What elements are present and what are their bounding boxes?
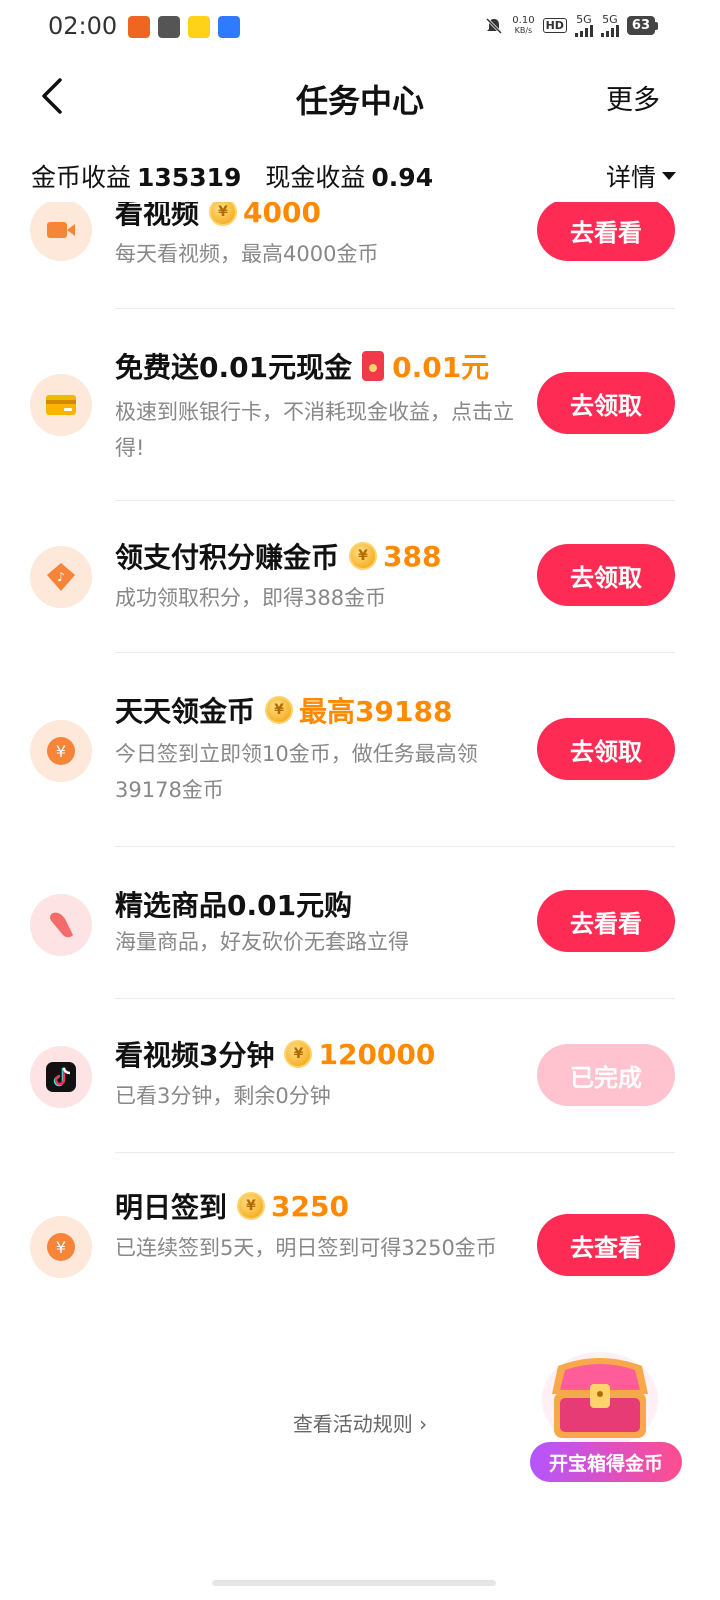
status-app-icons xyxy=(128,16,240,38)
task-description: 今日签到立即领10金币，做任务最高领39178金币 xyxy=(115,742,478,802)
coin-icon: ¥ xyxy=(284,1040,313,1068)
detail-dropdown[interactable]: 详情 xyxy=(606,158,676,194)
divider xyxy=(115,1152,675,1153)
coin-icon: ¥ xyxy=(349,542,378,570)
divider xyxy=(115,846,675,847)
cash-earnings: 现金收益 0.94 xyxy=(265,163,434,192)
tiktok-icon xyxy=(30,1046,92,1108)
task-title: 看视频3分钟 ¥120000 xyxy=(115,1037,436,1073)
signal-5g-1: 5G xyxy=(574,14,593,37)
task-title: 免费送0.01元现金 0.01元 xyxy=(115,346,489,386)
task-description: 已连续签到5天，明日签到可得3250金币 xyxy=(115,1236,497,1260)
coin-icon: ¥ xyxy=(209,202,238,226)
task-description: 海量商品，好友砍价无套路立得 xyxy=(115,930,409,954)
hd-badge: HD xyxy=(542,18,567,33)
svg-text:♪: ♪ xyxy=(57,570,65,584)
task-action-button[interactable]: 去看看 xyxy=(537,890,675,952)
more-button[interactable]: 更多 xyxy=(606,78,660,117)
task-completed-button[interactable]: 已完成 xyxy=(537,1044,675,1106)
task-action-button[interactable]: 去看看 xyxy=(537,202,675,261)
task-description: 极速到账银行卡，不消耗现金收益，点击立得! xyxy=(115,400,514,460)
status-bar: 02:00 0.10 KB/s HD 5G 5G 63 xyxy=(0,0,720,56)
status-indicators: 0.10 KB/s HD 5G 5G 63 xyxy=(484,14,658,37)
task-title: 领支付积分赚金币 ¥388 xyxy=(115,539,442,575)
svg-text:¥: ¥ xyxy=(56,742,66,761)
blue-app-icon xyxy=(218,16,240,38)
status-time: 02:00 xyxy=(48,12,118,40)
divider xyxy=(115,998,675,999)
red-envelope-icon xyxy=(362,351,385,381)
net-speed: 0.10 KB/s xyxy=(512,14,535,35)
task-action-button[interactable]: 去领取 xyxy=(537,544,675,606)
coin-icon: ¥ xyxy=(237,1192,266,1220)
task-list[interactable]: 看视频 ¥4000 每天看视频，最高4000金币 去看看 免费送0.01元现金 … xyxy=(0,202,720,1337)
caret-down-icon xyxy=(662,172,676,180)
task-reward: ¥120000 xyxy=(284,1038,435,1071)
cartoon-app-icon xyxy=(188,16,210,38)
task-reward: ¥3250 xyxy=(237,1190,349,1223)
task-action-button[interactable]: 去领取 xyxy=(537,718,675,780)
task-description: 每天看视频，最高4000金币 xyxy=(115,242,379,266)
task-reward: ¥4000 xyxy=(209,202,321,229)
task-description: 已看3分钟，剩余0分钟 xyxy=(115,1084,331,1108)
task-reward: 0.01元 xyxy=(362,346,489,386)
task-title: 明日签到 ¥3250 xyxy=(115,1189,349,1225)
task-reward: ¥ 最高39188 xyxy=(265,690,452,730)
message-app-icon xyxy=(158,16,180,38)
yuan-coin-icon: ¥ xyxy=(30,720,92,782)
coin-earnings: 金币收益 135319 xyxy=(31,163,242,192)
coin-icon: ¥ xyxy=(265,696,294,724)
signal-5g-2: 5G xyxy=(600,14,619,37)
task-title: 看视频 ¥4000 xyxy=(115,202,321,232)
task-action-button[interactable]: 去领取 xyxy=(537,372,675,434)
treasure-chest-label: 开宝箱得金币 xyxy=(530,1442,682,1482)
yuan-coin-icon: ¥ xyxy=(30,1216,92,1278)
shopping-tag-icon xyxy=(30,894,92,956)
cash-earnings-value: 0.94 xyxy=(371,163,434,192)
divider xyxy=(115,308,675,309)
earnings-summary: 金币收益 135319 现金收益 0.94 详情 xyxy=(0,150,720,202)
divider xyxy=(115,500,675,501)
header: 任务中心 更多 xyxy=(0,60,720,132)
task-description: 成功领取积分，即得388金币 xyxy=(115,586,387,610)
treasure-chest-widget[interactable]: 开宝箱得金币 xyxy=(530,1340,690,1490)
signal-bars-icon xyxy=(600,25,619,37)
app-notification-icon xyxy=(128,16,150,38)
divider xyxy=(115,652,675,653)
home-indicator[interactable] xyxy=(212,1580,496,1586)
back-button[interactable] xyxy=(30,72,78,120)
svg-text:¥: ¥ xyxy=(56,1238,66,1257)
battery-icon: 63 xyxy=(626,16,658,35)
bank-card-icon xyxy=(30,374,92,436)
task-action-button[interactable]: 去查看 xyxy=(537,1214,675,1276)
task-title: 精选商品0.01元购 xyxy=(115,889,353,922)
mute-bell-icon xyxy=(486,17,503,34)
task-title: 天天领金币 ¥ 最高39188 xyxy=(115,690,452,730)
video-camera-icon xyxy=(30,202,92,261)
back-arrow-icon xyxy=(42,78,62,114)
coin-earnings-value: 135319 xyxy=(137,163,242,192)
signal-bars-icon xyxy=(574,25,593,37)
treasure-chest-icon xyxy=(542,1352,658,1448)
task-reward: ¥388 xyxy=(349,540,441,573)
points-diamond-icon: ♪ xyxy=(30,546,92,608)
